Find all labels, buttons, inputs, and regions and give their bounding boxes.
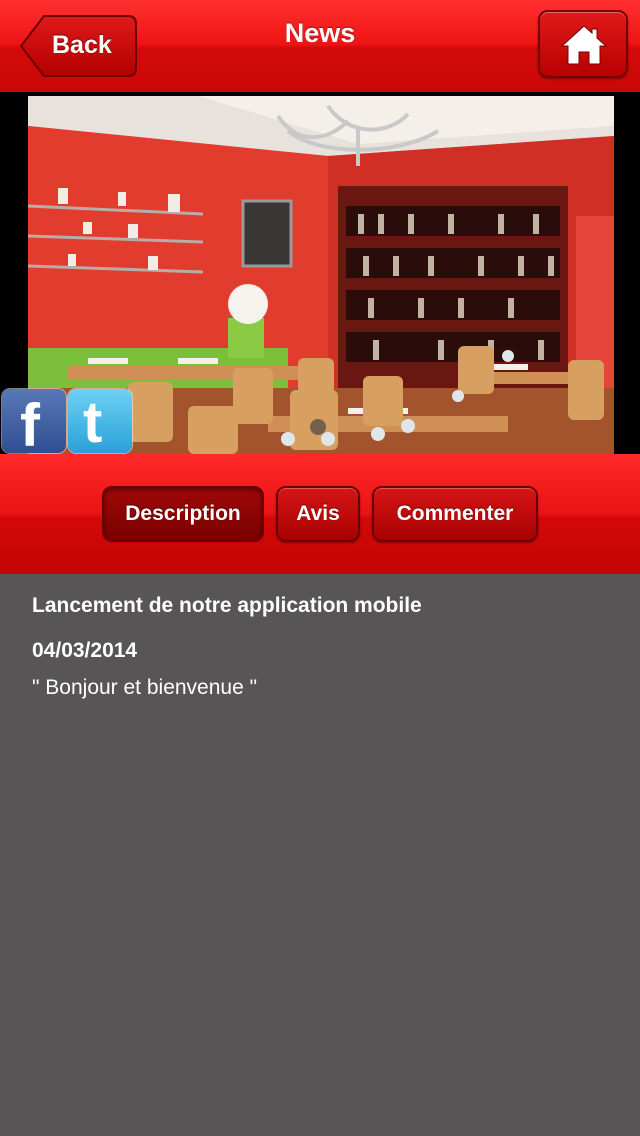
tab-description-label: Description (125, 502, 241, 525)
twitter-glyph: t (83, 390, 103, 455)
tab-commenter[interactable]: Commenter (372, 486, 538, 542)
article-title: Lancement de notre application mobile (32, 594, 422, 617)
twitter-icon[interactable]: t (68, 389, 132, 455)
article-body: " Bonjour et bienvenue " (32, 676, 258, 699)
facebook-glyph: f (20, 392, 40, 459)
nav-bar: Back News (0, 0, 640, 92)
tab-avis-label: Avis (296, 502, 340, 525)
tab-avis[interactable]: Avis (276, 486, 360, 542)
home-icon (560, 25, 608, 65)
article-content: Lancement de notre application mobile 04… (32, 594, 620, 700)
page-indicator (310, 419, 326, 435)
tab-commenter-label: Commenter (396, 502, 514, 525)
home-button[interactable] (538, 10, 628, 78)
article-date: 04/03/2014 (32, 639, 138, 662)
tab-description[interactable]: Description (102, 486, 264, 542)
facebook-icon[interactable]: f (2, 389, 66, 459)
tab-bar: Description Avis Commenter (0, 454, 640, 574)
